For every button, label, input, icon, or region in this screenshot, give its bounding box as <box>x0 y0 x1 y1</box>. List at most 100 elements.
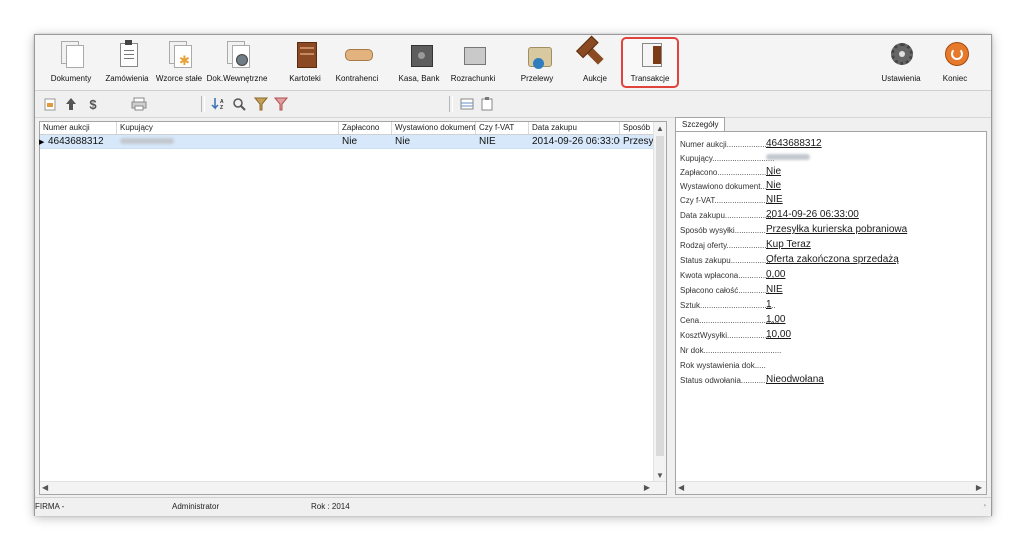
column-header[interactable]: Kupujący <box>117 122 339 134</box>
scroll-down-icon[interactable]: ▼ <box>656 471 664 480</box>
scroll-right-icon[interactable]: ▶ <box>644 483 650 492</box>
detail-value[interactable]: Przesyłka kurierska pobraniowa <box>766 224 907 235</box>
detail-value[interactable]: 2014-09-26 06:33:00 <box>766 209 859 220</box>
filter-clear-icon[interactable] <box>273 96 289 112</box>
detail-value[interactable]: 1,00 <box>766 314 785 325</box>
detail-row: Sposób wysyłki.............. Przesyłka ku… <box>680 224 980 238</box>
detail-row: Rodzaj oferty................... Kup Tera… <box>680 239 980 253</box>
cell-data: 2014-09-26 06:33:00 <box>532 136 620 147</box>
detail-row: Zapłacono......................... Nie <box>680 166 980 180</box>
ribbon-label: Ustawienia <box>881 74 921 83</box>
ribbon-button-koniec[interactable]: Koniec <box>935 39 975 86</box>
internal-doc-icon <box>223 39 251 69</box>
detail-row: Status odwołania............ Nieodwołana <box>680 374 980 388</box>
ribbon-label: Dok.Wewnętrzne <box>206 74 268 83</box>
columns-icon[interactable] <box>459 96 475 112</box>
detail-row: Kwota wpłacona.............. 0,00 <box>680 269 980 283</box>
search-icon[interactable] <box>231 96 247 112</box>
scroll-right-icon[interactable]: ▶ <box>976 483 982 492</box>
detail-label: Cena.................................... <box>680 316 780 325</box>
grid-header: Numer aukcji Kupujący Zapłacono Wystawio… <box>40 122 654 135</box>
ribbon-button-aukcje[interactable]: Aukcje <box>575 39 615 86</box>
detail-value[interactable]: Kup Teraz <box>766 239 811 250</box>
filter-icon[interactable] <box>253 96 269 112</box>
scroll-thumb[interactable] <box>656 136 664 456</box>
scroll-up-icon[interactable]: ▲ <box>656 124 664 133</box>
detail-label: Wystawiono dokument... <box>680 182 768 191</box>
ribbon-label: Kasa, Bank <box>398 74 440 83</box>
column-header[interactable]: Numer aukcji <box>40 122 117 134</box>
status-year: Rok : 2014 <box>311 502 350 511</box>
detail-label: Rodzaj oferty................... <box>680 241 769 250</box>
detail-value[interactable]: 0,00 <box>766 269 785 280</box>
scroll-left-icon[interactable]: ◀ <box>42 483 48 492</box>
ribbon-label: Przelewy <box>520 74 554 83</box>
ribbon-button-zamowienia[interactable]: Zamówienia <box>103 39 151 86</box>
toolbar-separator <box>201 96 205 112</box>
grid-vertical-scrollbar[interactable]: ▲ ▼ <box>653 122 666 482</box>
resize-grip-icon[interactable]: ◔ <box>981 501 987 512</box>
toolbar-separator <box>449 96 453 112</box>
cell-numer: 4643688312 <box>48 136 104 147</box>
ribbon-button-dokumenty[interactable]: Dokumenty <box>49 39 93 86</box>
detail-value[interactable]: NIE <box>766 284 783 295</box>
ribbon-button-kontrahenci[interactable]: Kontrahenci <box>335 39 379 86</box>
detail-value <box>766 152 810 163</box>
ribbon-label: Wzorce stałe <box>155 74 203 83</box>
ribbon-label: Aukcje <box>582 74 607 83</box>
arrow-up-icon[interactable] <box>63 96 79 112</box>
cell-sposob: Przesy <box>623 136 654 147</box>
new-document-icon[interactable] <box>43 96 59 112</box>
column-header[interactable]: Czy f-VAT <box>476 122 529 134</box>
detail-label: Nr dok..................................… <box>680 346 782 355</box>
detail-value[interactable]: 10,00 <box>766 329 791 340</box>
detail-value[interactable]: 1 <box>766 299 772 310</box>
cell-kupujacy <box>117 135 339 148</box>
scroll-left-icon[interactable]: ◀ <box>678 483 684 492</box>
cabinet-icon <box>291 39 319 69</box>
ribbon-button-transakcje[interactable]: Transakcje <box>621 37 679 88</box>
print-icon[interactable] <box>131 96 147 112</box>
detail-row: Data zakupu...................... 2014-09… <box>680 209 980 223</box>
row-pointer-icon: ▶ <box>39 139 45 146</box>
dollar-icon[interactable]: $ <box>85 96 101 112</box>
column-header[interactable]: Wystawiono dokument <box>392 122 476 134</box>
detail-label: Data zakupu...................... <box>680 211 774 220</box>
table-row[interactable]: ▶ 4643688312 Nie Nie NIE 2014-09-26 06:3… <box>39 135 654 149</box>
ribbon-label: Kontrahenci <box>335 74 379 83</box>
ribbon-button-kasa[interactable]: Kasa, Bank <box>397 39 441 86</box>
ribbon-label: Dokumenty <box>50 74 92 83</box>
column-header[interactable]: Data zakupu <box>529 122 620 134</box>
gavel-icon <box>581 39 609 69</box>
clipboard-icon <box>113 39 141 69</box>
column-header[interactable]: Zapłacono <box>339 122 392 134</box>
sort-icon[interactable]: AZ <box>211 96 227 112</box>
ribbon-button-rozrachunki[interactable]: Rozrachunki <box>449 39 497 86</box>
detail-value[interactable]: 4643688312 <box>766 138 822 149</box>
clipboard-small-icon[interactable] <box>479 96 495 112</box>
details-horizontal-scrollbar[interactable]: ◀ ▶ <box>676 481 986 494</box>
detail-label: Czy f-VAT.......................... <box>680 196 773 205</box>
tab-szczegoly[interactable]: Szczegóły <box>675 117 726 132</box>
grid-horizontal-scrollbar[interactable]: ◀ ▶ <box>40 481 666 494</box>
detail-row: Czy f-VAT.......................... NIE <box>680 194 980 208</box>
power-icon <box>941 39 969 69</box>
detail-value[interactable]: Nie <box>766 180 781 191</box>
detail-value[interactable]: NIE <box>766 194 783 205</box>
ribbon-button-ustawienia[interactable]: Ustawienia <box>877 39 925 86</box>
ribbon-button-dokwew[interactable]: Dok.Wewnętrzne <box>207 39 267 86</box>
handshake-icon <box>343 39 373 69</box>
ribbon-label: Rozrachunki <box>450 74 496 83</box>
detail-row: Spłacono całość.............. NIE <box>680 284 980 298</box>
detail-label: Spłacono całość.............. <box>680 286 770 295</box>
ribbon-button-wzorce[interactable]: ✱ Wzorce stałe <box>155 39 203 86</box>
ribbon-button-przelewy[interactable]: Przelewy <box>517 39 557 86</box>
detail-value[interactable]: Oferta zakończona sprzedażą <box>766 254 899 265</box>
detail-value[interactable]: Nie <box>766 166 781 177</box>
ribbon-label: Zamówienia <box>105 74 149 83</box>
ribbon-button-kartoteki[interactable]: Kartoteki <box>285 39 325 86</box>
column-header[interactable]: Sposób <box>620 122 654 134</box>
main-ribbon: Dokumenty Zamówienia ✱ Wzorce stałe Dok.… <box>35 35 991 91</box>
detail-value[interactable]: Nieodwołana <box>766 374 824 385</box>
safe-icon <box>405 39 433 69</box>
